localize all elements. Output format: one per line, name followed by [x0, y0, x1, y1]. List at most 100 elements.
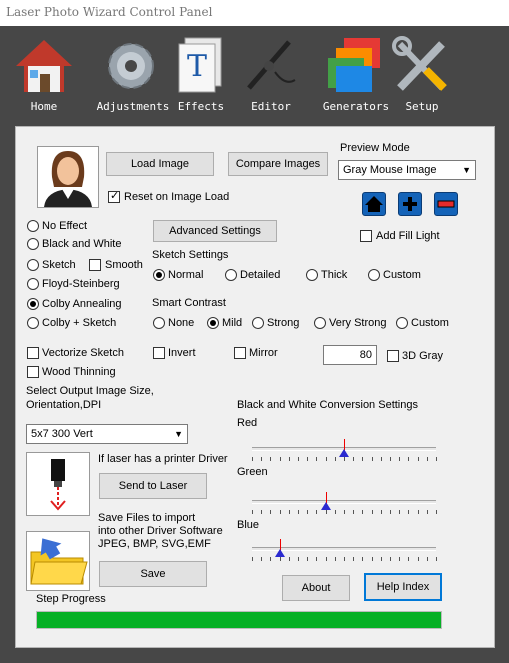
svg-text:T: T	[187, 49, 207, 84]
blue-slider-thumb[interactable]	[274, 549, 285, 557]
green-slider-thumb[interactable]	[320, 502, 331, 510]
toolbar-adjustments-button[interactable]: Adjustments	[95, 36, 171, 116]
blue-slider-tick	[390, 557, 391, 561]
output-size-value: 5x7 300 Vert	[31, 428, 93, 440]
effect-colby-radio[interactable]	[27, 298, 39, 310]
sketch-detailed-label: Detailed	[240, 269, 281, 281]
toolbar-editor-label: Editor	[251, 100, 291, 113]
advanced-settings-button[interactable]: Advanced Settings	[153, 220, 277, 242]
add-fill-light-checkbox[interactable]	[360, 230, 372, 242]
red-slider-tick	[298, 457, 299, 461]
contrast-none-radio[interactable]	[153, 317, 165, 329]
preview-mode-select[interactable]: Gray Mouse Image ▼	[338, 160, 476, 180]
3d-gray-checkbox[interactable]	[387, 350, 399, 362]
airbrush-icon	[247, 40, 296, 90]
toolbar-generators-button[interactable]: Generators	[318, 36, 394, 116]
image-thumbnail[interactable]	[37, 146, 99, 208]
effect-colby-sketch-radio[interactable]	[27, 317, 39, 329]
step-progress-label: Step Progress	[36, 593, 106, 605]
load-image-button[interactable]: Load Image	[106, 152, 214, 176]
red-slider-ticks	[252, 457, 437, 461]
effect-none-radio[interactable]	[27, 220, 39, 232]
output-size-select[interactable]: 5x7 300 Vert ▼	[26, 424, 188, 444]
green-slider-tick	[298, 510, 299, 514]
blue-slider-tick	[408, 557, 410, 561]
effect-bw-label: Black and White	[42, 238, 122, 250]
green-slider-tick	[307, 510, 309, 514]
gray-value-input[interactable]: 80	[323, 345, 377, 365]
wood-thinning-checkbox[interactable]	[27, 366, 39, 378]
preview-mode-value: Gray Mouse Image	[343, 164, 437, 176]
green-slider-tick	[408, 510, 410, 514]
contrast-very-strong-label: Very Strong	[329, 317, 387, 329]
red-slider-tick	[270, 457, 272, 461]
vectorize-sketch-checkbox[interactable]	[27, 347, 39, 359]
zoom-in-button[interactable]	[398, 192, 422, 216]
blue-slider-tick	[344, 557, 345, 561]
red-slider-tick	[353, 457, 355, 461]
green-slider-tick	[353, 510, 355, 514]
toolbar-editor-button[interactable]: Editor	[233, 36, 309, 116]
control-panel: Load Image Compare Images Reset on Image…	[15, 126, 495, 648]
green-slider-tick	[288, 510, 290, 514]
toolbar-setup-button[interactable]: Setup	[384, 36, 460, 116]
green-slider-tick	[426, 510, 428, 514]
about-button[interactable]: About	[282, 575, 350, 601]
red-slider-tick	[344, 457, 345, 461]
home-view-button[interactable]	[362, 192, 386, 216]
contrast-strong-radio[interactable]	[252, 317, 264, 329]
effect-colby-label: Colby Annealing	[42, 298, 122, 310]
green-slider-tick	[344, 510, 345, 514]
effect-floyd-radio[interactable]	[27, 278, 39, 290]
blue-slider-tick	[298, 557, 299, 561]
zoom-out-button[interactable]	[434, 192, 458, 216]
reset-on-load-checkbox[interactable]	[108, 189, 120, 203]
blue-slider-tick	[252, 557, 253, 561]
blue-slider-tick	[316, 557, 318, 561]
sketch-thick-radio[interactable]	[306, 269, 318, 281]
contrast-very-strong-radio[interactable]	[314, 317, 326, 329]
save-files-label-3: JPEG, BMP, SVG,EMF	[98, 538, 211, 550]
wood-thinning-label: Wood Thinning	[42, 366, 116, 378]
contrast-mild-label: Mild	[222, 317, 243, 329]
sketch-custom-label: Custom	[383, 269, 421, 281]
green-slider[interactable]	[252, 500, 436, 504]
smooth-checkbox[interactable]	[89, 259, 101, 271]
title-bar: Laser Photo Wizard Control Panel	[0, 0, 509, 26]
red-slider-tick	[426, 457, 428, 461]
effects-icon: T	[178, 37, 222, 93]
blue-slider-tick	[417, 557, 419, 561]
red-slider-tick	[408, 457, 410, 461]
invert-checkbox[interactable]	[153, 347, 165, 359]
green-slider-tick	[380, 510, 382, 514]
contrast-mild-radio[interactable]	[207, 317, 219, 329]
blue-slider-tick	[288, 557, 290, 561]
effect-bw-radio[interactable]	[27, 238, 39, 250]
blue-slider-ticks	[252, 557, 437, 561]
output-size-label-2: Orientation,DPI	[26, 399, 102, 411]
red-slider-thumb[interactable]	[339, 449, 349, 457]
compare-images-button[interactable]: Compare Images	[228, 152, 328, 176]
sketch-detailed-radio[interactable]	[225, 269, 237, 281]
sketch-custom-radio[interactable]	[368, 269, 380, 281]
avatar-icon	[38, 147, 98, 207]
gear-icon	[108, 43, 154, 89]
blue-slider-tick	[399, 557, 401, 561]
effect-sketch-radio[interactable]	[27, 259, 39, 271]
help-index-button[interactable]: Help Index	[364, 573, 442, 601]
contrast-custom-radio[interactable]	[396, 317, 408, 329]
contrast-custom-label: Custom	[411, 317, 449, 329]
save-button[interactable]: Save	[99, 561, 207, 587]
toolbar-effects-button[interactable]: T Effects	[163, 36, 239, 116]
folder-icon	[30, 538, 88, 585]
plus-icon	[403, 197, 417, 211]
step-progress-bar	[36, 611, 442, 629]
toolbar-home-button[interactable]: Home	[6, 36, 82, 116]
red-slider-tick	[390, 457, 391, 461]
chevron-down-icon: ▼	[174, 429, 183, 439]
sketch-normal-radio[interactable]	[153, 269, 165, 281]
red-slider-tick	[371, 457, 373, 461]
send-to-laser-button[interactable]: Send to Laser	[99, 473, 207, 499]
effect-none-label: No Effect	[42, 220, 88, 232]
mirror-checkbox[interactable]	[234, 347, 246, 359]
